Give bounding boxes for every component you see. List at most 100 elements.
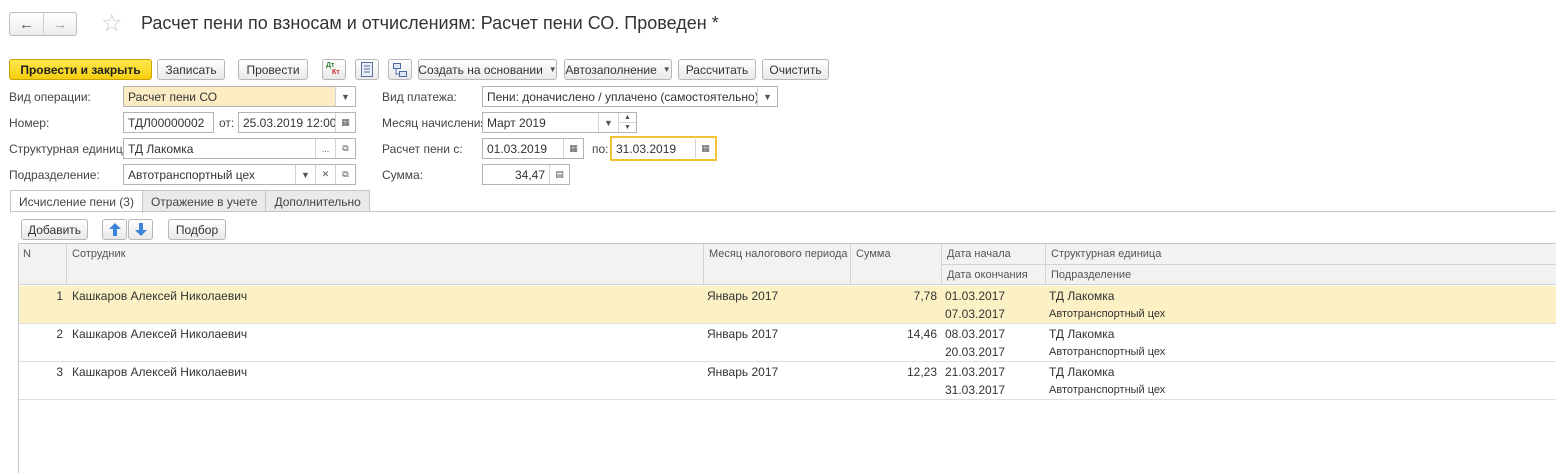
create-based-on-button[interactable]: Создать на основании ▼	[418, 59, 557, 80]
dt-kt-icon: Дт Кт	[326, 61, 340, 76]
row-sum: 7,78	[913, 289, 937, 303]
sum-field[interactable]: 34,47 ▤	[482, 164, 570, 185]
row-date-start: 08.03.2017	[945, 327, 1006, 341]
division-label: Подразделение:	[9, 168, 100, 182]
save-button[interactable]: Записать	[157, 59, 225, 80]
dt-kt-button[interactable]: Дт Кт	[322, 59, 346, 80]
dropdown-arrow-icon[interactable]: ▼	[598, 113, 618, 132]
row-employee: Кашкаров Алексей Николаевич	[72, 327, 248, 341]
payment-type-field[interactable]: Пени: доначислено / уплачено (самостояте…	[482, 86, 778, 107]
date-from-label: от:	[219, 116, 235, 130]
row-unit: ТД Лакомка	[1049, 289, 1115, 303]
row-date-start: 01.03.2017	[945, 289, 1006, 303]
col-date-end-header[interactable]: Дата окончания	[943, 265, 1028, 285]
col-date-start-header[interactable]: Дата начала	[943, 244, 1011, 264]
back-arrow-icon: ←	[19, 15, 34, 33]
structure-button[interactable]	[388, 59, 412, 80]
sum-label: Сумма:	[382, 168, 424, 182]
penalty-from-label: Расчет пени с:	[382, 142, 463, 156]
add-row-button[interactable]: Добавить	[21, 219, 88, 240]
clear-button[interactable]: Очистить	[762, 59, 829, 80]
accrual-month-field[interactable]: Март 2019 ▼ ▲ ▼	[482, 112, 637, 133]
move-down-button[interactable]	[128, 219, 153, 240]
month-spinner[interactable]: ▲ ▼	[618, 113, 636, 132]
calculate-button[interactable]: Рассчитать	[678, 59, 756, 80]
row-division: Автотранспортный цех	[1049, 346, 1166, 358]
col-separator	[66, 244, 67, 285]
col-division-header[interactable]: Подразделение	[1047, 265, 1131, 285]
row-n: 3	[56, 365, 63, 379]
col-separator	[703, 244, 704, 285]
back-button[interactable]: ←	[10, 13, 43, 35]
table-row[interactable]: 2 Кашкаров Алексей Николаевич Январь 201…	[19, 324, 1556, 362]
calendar-icon[interactable]: ▦	[563, 139, 583, 158]
penalty-from-value: 01.03.2019	[487, 141, 548, 156]
col-tax-month-header[interactable]: Месяц налогового периода	[705, 244, 848, 264]
division-field[interactable]: Автотранспортный цех ▼ ✕ ⧉	[123, 164, 356, 185]
arrow-down-icon	[134, 223, 147, 236]
document-list-icon	[361, 62, 373, 77]
dropdown-arrow-icon[interactable]: ▼	[335, 87, 355, 106]
table-row[interactable]: 1 Кашкаров Алексей Николаевич Январь 201…	[19, 286, 1556, 324]
payment-type-value: Пени: доначислено / уплачено (самостояте…	[487, 89, 757, 104]
row-n: 1	[56, 289, 63, 303]
dropdown-arrow-icon[interactable]: ▼	[295, 165, 315, 184]
row-unit: ТД Лакомка	[1049, 327, 1115, 341]
calculator-icon[interactable]: ▤	[549, 165, 569, 184]
open-icon[interactable]: ⧉	[335, 139, 355, 158]
autofill-button[interactable]: Автозаполнение ▼	[564, 59, 672, 80]
select-ellipsis-icon[interactable]: ...	[315, 139, 335, 158]
sum-value: 34,47	[514, 167, 545, 182]
dropdown-arrow-icon[interactable]: ▼	[757, 87, 777, 106]
document-date-field[interactable]: 25.03.2019 12:00:00 ▦	[238, 112, 356, 133]
row-tax-month: Январь 2017	[707, 289, 779, 303]
row-division: Автотранспортный цех	[1049, 384, 1166, 396]
number-label: Номер:	[9, 116, 50, 130]
table-row[interactable]: 3 Кашкаров Алексей Николаевич Январь 201…	[19, 362, 1556, 400]
forward-arrow-icon: →	[52, 15, 68, 33]
spin-down-icon[interactable]: ▼	[619, 122, 636, 132]
table-header: N Сотрудник Месяц налогового периода Сум…	[19, 244, 1556, 285]
open-icon[interactable]: ⧉	[335, 165, 355, 184]
tab-divider	[10, 211, 1556, 212]
penalty-to-field[interactable]: 31.03.2019 ▦	[610, 136, 717, 161]
tab-accounting[interactable]: Отражение в учете	[141, 190, 267, 212]
spin-up-icon[interactable]: ▲	[619, 113, 636, 122]
calendar-icon[interactable]: ▦	[335, 113, 355, 132]
row-date-end: 20.03.2017	[945, 345, 1006, 359]
tab-bar: Исчисление пени (3) Отражение в учете До…	[10, 190, 370, 213]
payment-type-label: Вид платежа:	[382, 90, 457, 104]
col-unit-header[interactable]: Структурная единица	[1047, 244, 1161, 264]
accrual-month-value: Март 2019	[487, 115, 546, 130]
unit-value: ТД Лакомка	[128, 141, 194, 156]
col-n-header[interactable]: N	[19, 244, 31, 264]
row-tax-month: Январь 2017	[707, 365, 779, 379]
clear-x-icon[interactable]: ✕	[315, 165, 335, 184]
row-tax-month: Январь 2017	[707, 327, 779, 341]
col-employee-header[interactable]: Сотрудник	[68, 244, 125, 264]
row-unit: ТД Лакомка	[1049, 365, 1115, 379]
row-n: 2	[56, 327, 63, 341]
operation-type-label: Вид операции:	[9, 90, 91, 104]
operation-type-field[interactable]: Расчет пени СО ▼	[123, 86, 356, 107]
col-sum-header[interactable]: Сумма	[852, 244, 891, 264]
penalty-from-field[interactable]: 01.03.2019 ▦	[482, 138, 584, 159]
col-separator	[850, 244, 851, 285]
favorite-star-icon[interactable]: ☆	[101, 10, 123, 38]
move-up-button[interactable]	[102, 219, 127, 240]
penalty-to-value: 31.03.2019	[616, 141, 677, 156]
tab-penalty-calculation[interactable]: Исчисление пени (3)	[10, 190, 143, 213]
penalty-table[interactable]: N Сотрудник Месяц налогового периода Сум…	[18, 243, 1556, 473]
row-date-end: 07.03.2017	[945, 307, 1006, 321]
pick-button[interactable]: Подбор	[168, 219, 226, 240]
unit-label: Структурная единица:	[9, 142, 133, 156]
dropdown-arrow-icon: ▼	[662, 65, 671, 74]
post-and-close-button[interactable]: Провести и закрыть	[9, 59, 152, 80]
number-field[interactable]: ТДЛ00000002	[123, 112, 214, 133]
calendar-icon[interactable]: ▦	[695, 139, 715, 158]
unit-field[interactable]: ТД Лакомка ... ⧉	[123, 138, 356, 159]
tab-additional[interactable]: Дополнительно	[265, 190, 370, 212]
post-button[interactable]: Провести	[238, 59, 308, 80]
report-button[interactable]	[355, 59, 379, 80]
forward-button[interactable]: →	[43, 13, 76, 35]
